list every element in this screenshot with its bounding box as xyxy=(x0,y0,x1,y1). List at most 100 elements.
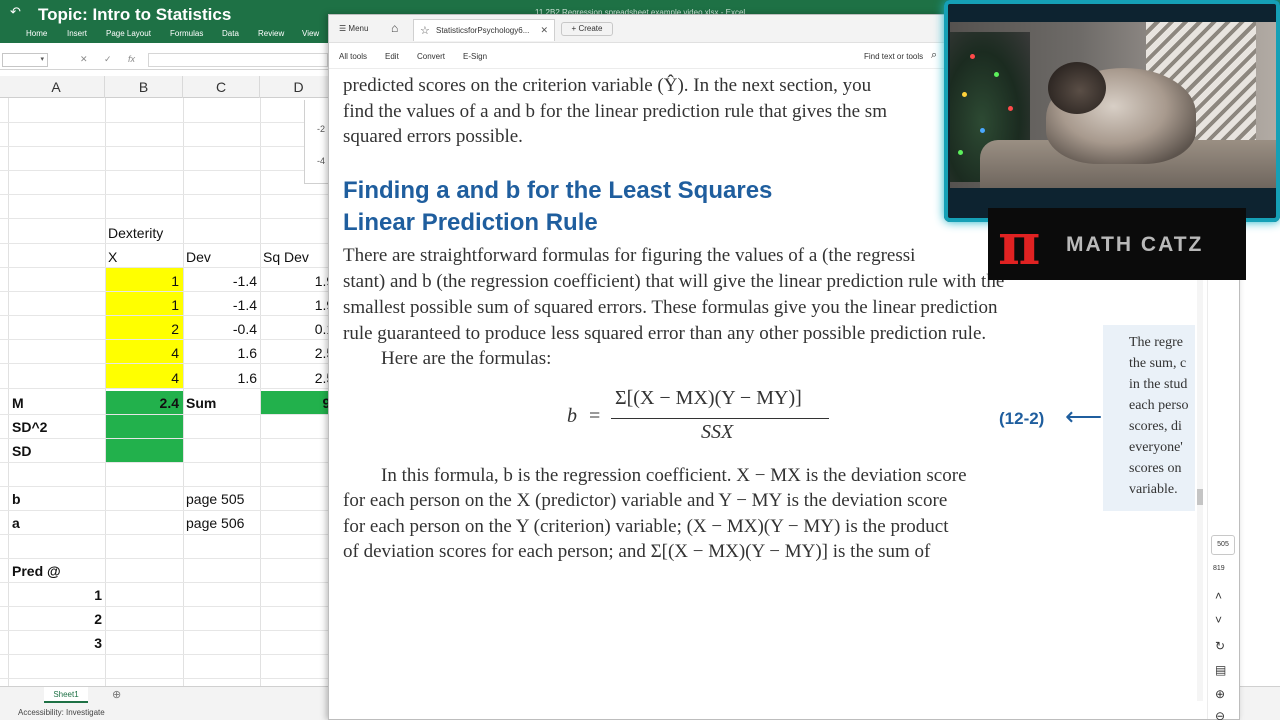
mean-value[interactable]: 2.4 xyxy=(105,391,179,415)
dev-cell[interactable]: -0.4 xyxy=(183,317,257,341)
column-header-a[interactable]: A xyxy=(8,76,105,98)
document-tab-label: StatisticsforPsychology6... xyxy=(436,26,530,35)
ribbon-tab-page-layout[interactable]: Page Layout xyxy=(106,29,151,38)
close-icon[interactable]: ✕ xyxy=(540,25,548,36)
ribbon-tab-data[interactable]: Data xyxy=(222,29,239,38)
chevron-down-icon[interactable]: ▾ xyxy=(40,55,44,63)
dev-column-label[interactable]: Dev xyxy=(186,245,211,269)
body-text-line: predicted scores on the criterion variab… xyxy=(343,75,872,96)
formulas-intro: Here are the formulas: xyxy=(381,348,552,369)
ribbon-tab-review[interactable]: Review xyxy=(258,29,284,38)
sqdev-cell[interactable]: 2.56 xyxy=(260,366,330,390)
x-cell[interactable]: 2 xyxy=(105,317,179,341)
spreadsheet-grid[interactable]: -2 -4 Dexterity X Dev Sq Dev 1 -1.4 1.96… xyxy=(0,98,330,686)
formula-input[interactable] xyxy=(148,53,328,67)
margin-note-line: variable. xyxy=(1129,482,1178,497)
sqdev-cell[interactable]: 1.96 xyxy=(260,293,330,317)
video-topic-title: Topic: Intro to Statistics xyxy=(38,5,232,24)
star-icon[interactable]: ☆ xyxy=(420,24,430,37)
prediction-input[interactable]: 3 xyxy=(8,631,102,655)
x-cell[interactable]: 4 xyxy=(105,341,179,365)
sqdev-cell[interactable]: 1.96 xyxy=(260,269,330,293)
variance-label[interactable]: SD^2 xyxy=(12,415,47,439)
page-number-input[interactable]: 505 xyxy=(1211,535,1235,555)
ribbon-tab-formulas[interactable]: Formulas xyxy=(170,29,203,38)
ribbon-tab-insert[interactable]: Insert xyxy=(67,29,87,38)
dexterity-label[interactable]: Dexterity xyxy=(108,221,163,245)
sheet-tab[interactable]: Sheet1 xyxy=(44,687,88,703)
x-column-label[interactable]: X xyxy=(108,245,117,269)
embedded-chart[interactable]: -2 -4 xyxy=(304,100,330,184)
formula-lhs: b xyxy=(567,405,577,427)
margin-note: The regre the sum, c in the stud each pe… xyxy=(1103,325,1195,511)
margin-note-line: each perso xyxy=(1129,398,1189,413)
insert-function-button[interactable]: fx xyxy=(128,54,135,64)
chart-tick: -4 xyxy=(317,156,326,166)
arrow-left-icon: ⟵ xyxy=(1065,401,1103,431)
previous-page-icon[interactable]: ˄ xyxy=(1215,589,1222,603)
body-text-line: of deviation scores for each person; and… xyxy=(343,541,931,562)
dev-cell[interactable]: -1.4 xyxy=(183,293,257,317)
zoom-in-icon[interactable]: ⊕ xyxy=(1215,687,1225,701)
column-header-b[interactable]: B xyxy=(105,76,183,98)
convert-menu[interactable]: Convert xyxy=(417,52,445,61)
body-text-line: squared errors possible. xyxy=(343,126,523,147)
prediction-input[interactable]: 2 xyxy=(8,607,102,631)
home-icon[interactable]: ⌂ xyxy=(391,21,398,35)
sqdev-cell[interactable]: 2.56 xyxy=(260,341,330,365)
dev-cell[interactable]: -1.4 xyxy=(183,269,257,293)
margin-note-line: in the stud xyxy=(1129,377,1188,392)
body-text-line: smallest possible sum of squared errors.… xyxy=(343,297,998,318)
sqdev-cell[interactable]: 0.16 xyxy=(260,317,330,341)
a-label[interactable]: a xyxy=(12,511,20,535)
refresh-icon[interactable]: ↻ xyxy=(1215,639,1225,653)
b-label[interactable]: b xyxy=(12,487,21,511)
cancel-icon[interactable]: ✕ xyxy=(80,54,88,65)
dev-cell[interactable]: 1.6 xyxy=(183,341,257,365)
x-cell[interactable]: 4 xyxy=(105,366,179,390)
a-page-reference[interactable]: page 506 xyxy=(186,511,244,535)
search-icon[interactable]: ⌕ xyxy=(931,49,937,62)
mean-label[interactable]: M xyxy=(12,391,24,415)
scrollbar-thumb[interactable] xyxy=(1197,489,1203,505)
margin-note-line: The regre xyxy=(1129,335,1184,350)
body-text-line: There are straightforward formulas for f… xyxy=(343,245,916,266)
find-text-label[interactable]: Find text or tools xyxy=(864,52,923,61)
save-icon[interactable]: ▤ xyxy=(1215,663,1226,677)
sqdev-column-label[interactable]: Sq Dev xyxy=(263,245,309,269)
body-text-line: find the values of a and b for the linea… xyxy=(343,101,887,122)
create-button[interactable]: + Create xyxy=(561,22,613,36)
esign-menu[interactable]: E-Sign xyxy=(463,52,487,61)
math-catz-logo: π MATH CATZ xyxy=(988,208,1246,280)
margin-note-line: everyone' xyxy=(1129,440,1183,455)
add-sheet-icon[interactable]: ⊕ xyxy=(112,688,121,701)
x-cell[interactable]: 1 xyxy=(105,293,179,317)
sum-label[interactable]: Sum xyxy=(186,391,216,415)
column-header-d[interactable]: D xyxy=(260,76,338,98)
document-tab[interactable]: ☆ StatisticsforPsychology6... ✕ xyxy=(413,19,555,41)
name-box[interactable]: ▾ xyxy=(2,53,48,67)
edit-menu[interactable]: Edit xyxy=(385,52,399,61)
body-text-line: for each person on the X (predictor) var… xyxy=(343,490,948,511)
accessibility-status[interactable]: Accessibility: Investigate xyxy=(18,708,105,717)
sd-label[interactable]: SD xyxy=(12,439,31,463)
undo-icon[interactable]: ↶ xyxy=(10,4,21,20)
zoom-out-icon[interactable]: ⊖ xyxy=(1215,709,1225,720)
prediction-input[interactable]: 1 xyxy=(8,583,102,607)
confirm-icon[interactable]: ✓ xyxy=(104,54,112,65)
sum-value[interactable]: 9.2 xyxy=(260,391,330,415)
menu-button[interactable]: ☰ Menu xyxy=(339,24,368,33)
prediction-label[interactable]: Pred @ xyxy=(12,559,61,583)
b-page-reference[interactable]: page 505 xyxy=(186,487,244,511)
all-tools-menu[interactable]: All tools xyxy=(339,52,367,61)
regression-coefficient-formula: b = Σ[(X − MX)(Y − MY)] SSX xyxy=(567,387,837,451)
webcam-overlay xyxy=(944,0,1280,222)
ribbon-tab-home[interactable]: Home xyxy=(26,29,47,38)
formula-denominator: SSX xyxy=(701,421,734,443)
column-header-c[interactable]: C xyxy=(183,76,260,98)
ribbon-tab-view[interactable]: View xyxy=(302,29,319,38)
formula-numerator: Σ[(X − MX)(Y − MY)] xyxy=(615,387,802,409)
dev-cell[interactable]: 1.6 xyxy=(183,366,257,390)
x-cell[interactable]: 1 xyxy=(105,269,179,293)
next-page-icon[interactable]: ˅ xyxy=(1215,613,1222,627)
